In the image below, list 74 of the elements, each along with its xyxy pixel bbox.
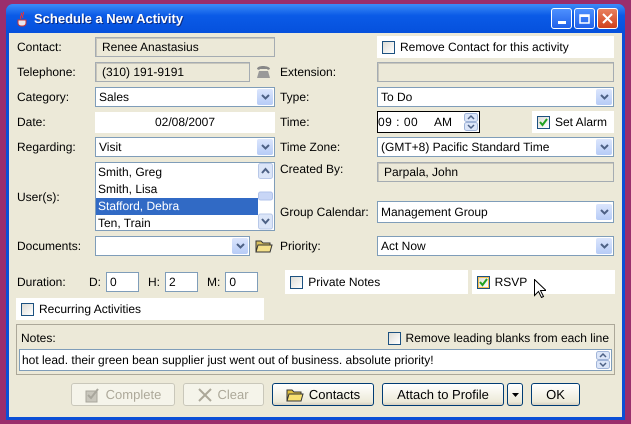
checkbox[interactable]: [290, 276, 304, 288]
close-icon: [602, 13, 613, 24]
field-label: Extension:: [279, 65, 338, 79]
minimize-icon: [558, 21, 566, 24]
created-by-field: Parpala, John: [377, 162, 614, 182]
ok-button[interactable]: OK: [531, 383, 580, 406]
field-label: Time Zone:: [279, 140, 342, 154]
field-label: Date:: [17, 115, 47, 129]
cup-icon: [15, 10, 29, 26]
phone-icon[interactable]: [255, 65, 272, 79]
checkbox[interactable]: [382, 40, 395, 54]
field-label: Group Calendar:: [279, 205, 370, 219]
field-label: Contact:: [17, 40, 63, 54]
checkbox[interactable]: [21, 302, 34, 316]
maximize-icon: [579, 14, 590, 24]
field-label: Regarding:: [17, 140, 77, 154]
contacts-button[interactable]: Contacts: [272, 383, 374, 406]
field-label: D:: [89, 275, 101, 289]
set-alarm-checkbox[interactable]: Set Alarm: [532, 111, 614, 133]
field-label: Category:: [17, 90, 70, 104]
checklist-icon: [84, 386, 101, 402]
users-list[interactable]: Smith, Greg Smith, Lisa Stafford, Debra Ten, Train: [95, 162, 275, 231]
field-label: Duration:: [17, 275, 67, 289]
field-label: Priority:: [279, 239, 322, 253]
duration-field[interactable]: 0: [106, 272, 139, 292]
priority-dropdown[interactable]: Act Now: [377, 236, 614, 256]
minimize-button[interactable]: [551, 8, 572, 29]
time-spinner[interactable]: 09 : 00 AM: [377, 111, 480, 133]
time-zone-dropdown[interactable]: (GMT+8) Pacific Standard Time: [377, 137, 614, 157]
date-field[interactable]: 02/08/2007: [95, 112, 275, 132]
field-label: Notes:: [21, 331, 56, 345]
field-label: Created By:: [279, 162, 344, 176]
field-label: User(s):: [17, 190, 61, 204]
caret-icon: [512, 392, 518, 396]
dropdown-button[interactable]: [507, 383, 523, 406]
checkbox[interactable]: [388, 332, 401, 344]
field-label: H:: [148, 275, 160, 289]
category-dropdown[interactable]: Sales: [95, 87, 275, 107]
remove-contact-checkbox[interactable]: Remove Contact for this activity: [377, 36, 614, 58]
remove-blanks-checkbox[interactable]: Remove leading blanks from each line: [388, 331, 612, 345]
spinner-arrows-icon[interactable]: [596, 351, 610, 369]
duration-field[interactable]: 2: [165, 272, 198, 292]
duration-field[interactable]: 0: [225, 272, 258, 292]
private-notes-checkbox[interactable]: Private Notes: [285, 270, 468, 294]
maximize-button[interactable]: [574, 8, 595, 29]
field-label: Time:: [279, 115, 311, 129]
group-calendar-dropdown[interactable]: Management Group: [377, 201, 614, 223]
documents-dropdown[interactable]: [95, 236, 250, 256]
checkbox[interactable]: [537, 116, 550, 128]
list-item[interactable]: Smith, Lisa: [96, 181, 258, 198]
close-icon: [198, 388, 212, 402]
scrollbar[interactable]: [258, 163, 274, 230]
list-item[interactable]: Ten, Train: [96, 215, 258, 232]
folder-icon: [286, 388, 304, 402]
mouse-cursor-icon: [534, 279, 546, 298]
recurring-activities-checkbox[interactable]: Recurring Activities: [16, 298, 264, 320]
field-label: Telephone:: [17, 65, 77, 79]
notes-field[interactable]: hot lead. their green bean supplier just went out of business. absolute priority!: [19, 349, 612, 371]
field-label: M:: [207, 275, 220, 289]
list-item[interactable]: Stafford, Debra: [96, 198, 258, 215]
list-item[interactable]: Smith, Greg: [96, 164, 258, 181]
folder-icon[interactable]: [255, 238, 273, 254]
contact-field: Renee Anastasius: [95, 37, 275, 57]
type-dropdown[interactable]: To Do: [377, 87, 614, 107]
checkbox[interactable]: [476, 276, 490, 288]
field-label: Type:: [279, 90, 310, 104]
telephone-field: (310) 191-9191: [95, 62, 250, 82]
window-title: Schedule a New Activity: [34, 11, 184, 26]
rsvp-checkbox[interactable]: RSVP: [472, 270, 615, 294]
field-label: Documents:: [17, 239, 82, 253]
attach-button[interactable]: Attach to Profile: [382, 383, 504, 406]
regarding-dropdown[interactable]: Visit: [95, 137, 275, 157]
close-button[interactable]: [597, 8, 618, 29]
spinner-arrows-icon[interactable]: [464, 113, 478, 131]
